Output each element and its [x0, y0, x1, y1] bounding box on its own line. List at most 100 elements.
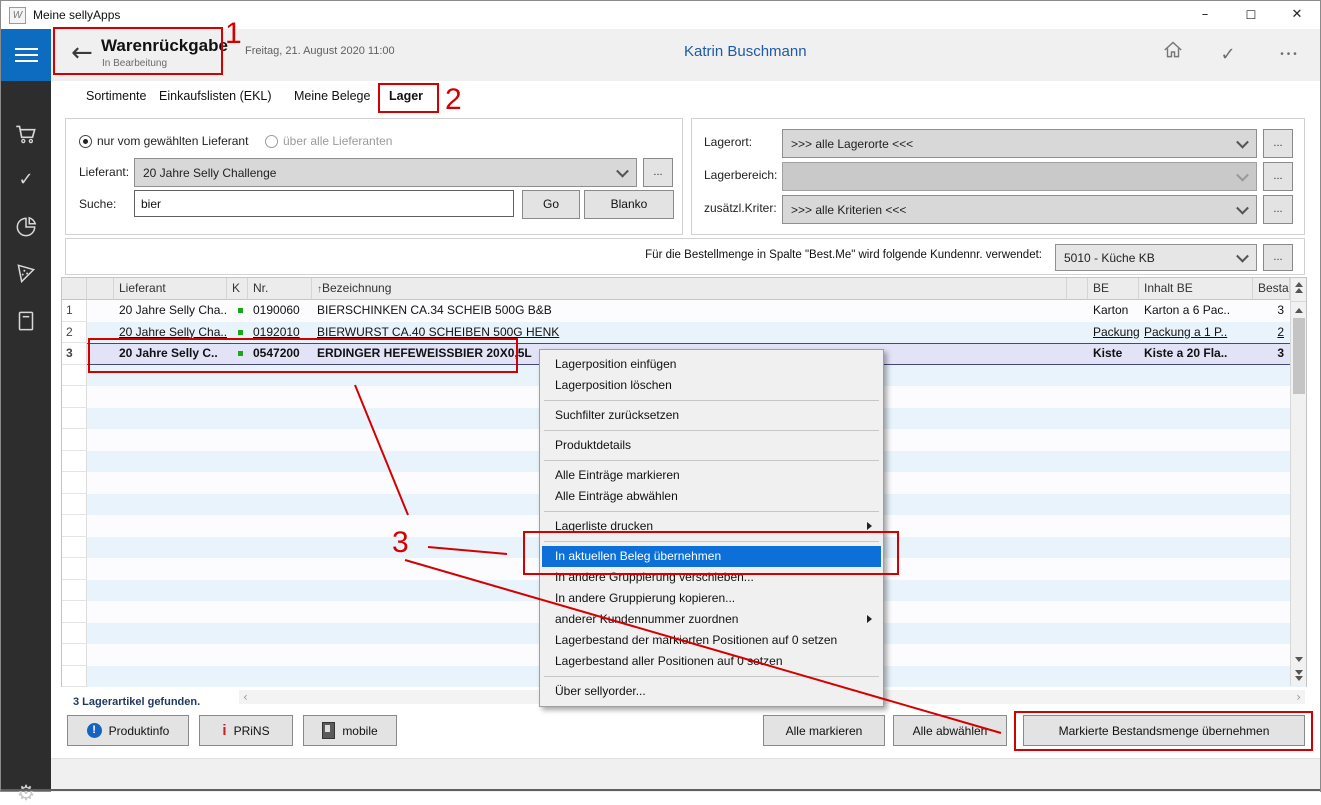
mobile-button[interactable]: mobile [303, 715, 397, 746]
menu-item-produktdetails[interactable]: Produktdetails [542, 435, 881, 456]
table-cell [87, 601, 114, 623]
sidebar-item-catalog[interactable] [1, 308, 51, 342]
produktinfo-button[interactable]: !Produktinfo [67, 715, 189, 746]
close-button[interactable]: ✕ [1274, 1, 1320, 29]
tab-sortimente[interactable]: Sortimente [86, 89, 146, 103]
menu-item-alle-einträge-markieren[interactable]: Alle Einträge markieren [542, 465, 881, 486]
alle-markieren-button[interactable]: Alle markieren [763, 715, 885, 746]
radio-selected-supplier[interactable] [79, 135, 92, 148]
settings-gear-icon[interactable]: ⚙ [1, 781, 51, 805]
confirm-button[interactable]: ✓ [1206, 39, 1250, 71]
scroll-up-icon[interactable] [1295, 308, 1303, 313]
menu-item-lagerbestand-der-markierten-positionen-a[interactable]: Lagerbestand der markierten Positionen a… [542, 630, 881, 651]
table-cell [1139, 644, 1253, 666]
back-arrow-button[interactable]: ← [71, 38, 93, 68]
blanko-button[interactable]: Blanko [584, 190, 674, 219]
table-cell: 2 [62, 322, 87, 344]
column-header[interactable] [62, 278, 87, 300]
storage-filter-dropdown[interactable] [782, 162, 1257, 191]
column-header[interactable] [87, 278, 114, 300]
column-header-bestand[interactable]: Bestand [1253, 278, 1290, 300]
sidebar-item-reports[interactable] [1, 214, 51, 248]
menu-item-in-aktuellen-beleg-übernehmen[interactable]: In aktuellen Beleg übernehmen [542, 546, 881, 567]
table-cell [62, 472, 87, 494]
menu-item-in-andere-gruppierung-verschieben-[interactable]: In andere Gruppierung verschieben... [542, 567, 881, 588]
table-row[interactable]: 220 Jahre Selly Cha..0192010BIERWURST CA… [62, 322, 1306, 344]
home-button[interactable] [1151, 39, 1195, 71]
table-cell [1253, 494, 1290, 516]
chevron-down-icon [1236, 249, 1249, 262]
sidebar-item-deals[interactable] [1, 261, 51, 295]
customer-number-dropdown[interactable]: 5010 - Küche KB [1055, 244, 1257, 271]
table-cell [227, 601, 248, 623]
table-cell [227, 494, 248, 516]
menu-item-lagerbestand-aller-positionen-auf-0-setz[interactable]: Lagerbestand aller Positionen auf 0 setz… [542, 651, 881, 672]
table-cell [1139, 580, 1253, 602]
table-cell [248, 537, 312, 559]
table-cell [248, 666, 312, 688]
menu-item-in-andere-gruppierung-kopieren-[interactable]: In andere Gruppierung kopieren... [542, 588, 881, 609]
storage-filter-dropdown[interactable]: >>> alle Kriterien <<< [782, 195, 1257, 224]
table-cell [114, 580, 227, 602]
lieferant-dropdown[interactable]: 20 Jahre Selly Challenge [134, 158, 637, 187]
minimize-button[interactable]: – [1182, 1, 1228, 29]
scrollbar-thumb[interactable] [1293, 318, 1305, 394]
table-cell [1067, 300, 1088, 322]
radio-all-suppliers[interactable] [265, 135, 278, 148]
column-header-be[interactable]: BE [1088, 278, 1139, 300]
menu-item-über-sellyorder-[interactable]: Über sellyorder... [542, 681, 881, 702]
suche-label: Suche: [79, 197, 116, 211]
go-button[interactable]: Go [522, 190, 580, 219]
vertical-scrollbar[interactable] [1290, 278, 1306, 686]
table-cell [62, 623, 87, 645]
table-row[interactable]: 120 Jahre Selly Cha..0190060BIERSCHINKEN… [62, 300, 1306, 322]
radio-selected-supplier-label[interactable]: nur vom gewählten Lieferant [97, 134, 248, 148]
annotation-label-2: 2 [445, 83, 462, 116]
table-cell: Kiste a 20 Fla.. [1139, 343, 1253, 365]
sidebar-item-cart[interactable] [1, 121, 51, 155]
storage-more-button[interactable]: ... [1263, 162, 1293, 191]
menu-item-lagerposition-einfügen[interactable]: Lagerposition einfügen [542, 354, 881, 375]
column-header-bezeichnung[interactable]: ↑Bezeichnung [312, 278, 1067, 300]
table-cell [1139, 386, 1253, 408]
menu-item-alle-einträge-abwählen[interactable]: Alle Einträge abwählen [542, 486, 881, 507]
maximize-button[interactable]: ☐ [1228, 1, 1274, 29]
column-header-nr-[interactable]: Nr. [248, 278, 312, 300]
table-cell [1139, 365, 1253, 387]
table-cell [248, 558, 312, 580]
scroll-right-icon[interactable]: › [1296, 690, 1301, 704]
storage-more-button[interactable]: ... [1263, 129, 1293, 158]
hamburger-menu-button[interactable] [1, 29, 51, 81]
column-header-k[interactable]: K [227, 278, 248, 300]
customer-more-button[interactable]: ... [1263, 244, 1293, 271]
sidebar-item-tasks[interactable]: ✓ [1, 169, 51, 203]
column-header-inhalt-be[interactable]: Inhalt BE [1139, 278, 1253, 300]
storage-more-button[interactable]: ... [1263, 195, 1293, 224]
scroll-left-icon[interactable]: ‹ [243, 690, 248, 704]
table-cell [248, 408, 312, 430]
table-cell [1253, 537, 1290, 559]
table-cell [1088, 429, 1139, 451]
menu-item-lagerposition-löschen[interactable]: Lagerposition löschen [542, 375, 881, 396]
markierte-bestandsmenge-übernehmen-button[interactable]: Markierte Bestandsmenge übernehmen [1023, 715, 1305, 746]
column-header-lieferant[interactable]: Lieferant [114, 278, 227, 300]
scroll-down-icon[interactable] [1295, 657, 1303, 662]
radio-all-suppliers-label[interactable]: über alle Lieferanten [283, 134, 392, 148]
prins-button[interactable]: iPRiNS [199, 715, 293, 746]
tab-einkaufslisten-ekl-[interactable]: Einkaufslisten (EKL) [159, 89, 272, 103]
menu-item-anderer-kundennummer-zuordnen[interactable]: anderer Kundennummer zuordnen [542, 609, 881, 630]
tab-meine-belege[interactable]: Meine Belege [294, 89, 370, 103]
user-name[interactable]: Katrin Buschmann [684, 43, 807, 60]
storage-filter-dropdown[interactable]: >>> alle Lagerorte <<< [782, 129, 1257, 158]
table-cell [227, 322, 248, 344]
menu-item-suchfilter-zurücksetzen[interactable]: Suchfilter zurücksetzen [542, 405, 881, 426]
search-input[interactable] [134, 190, 514, 217]
table-cell: 1 [62, 300, 87, 322]
column-header[interactable] [1067, 278, 1088, 300]
tab-lager[interactable]: Lager [389, 89, 423, 103]
menu-item-lagerliste-drucken[interactable]: Lagerliste drucken [542, 516, 881, 537]
alle-abwählen-button[interactable]: Alle abwählen [893, 715, 1007, 746]
lieferant-more-button[interactable]: ... [643, 158, 673, 187]
more-options-button[interactable]: ••• [1268, 39, 1312, 71]
table-cell [1067, 408, 1088, 430]
